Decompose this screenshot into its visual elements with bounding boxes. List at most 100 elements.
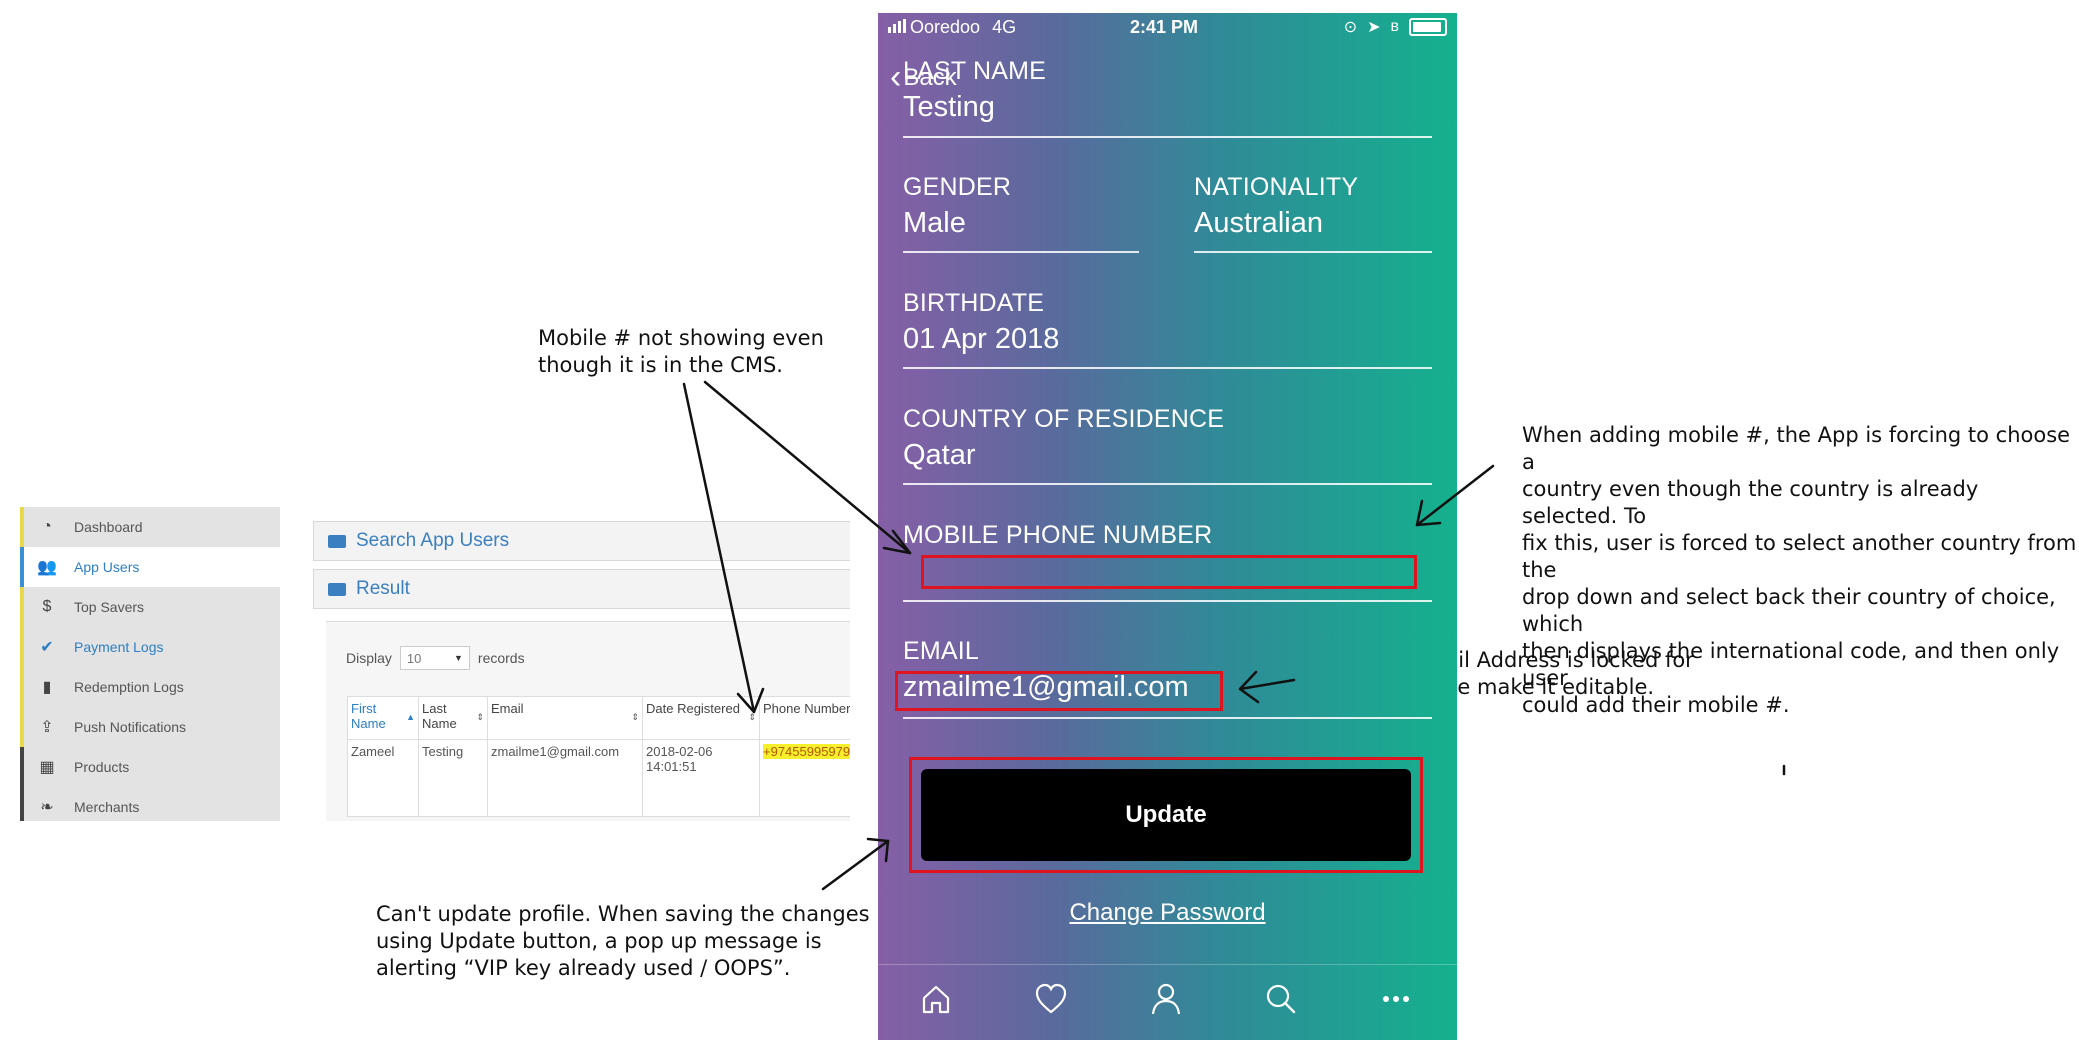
sidebar-item-redemption-logs[interactable]: ▮ Redemption Logs	[20, 667, 280, 707]
sidebar-item-label: Redemption Logs	[74, 679, 184, 695]
column-label: Date Registered	[646, 701, 740, 716]
user-icon[interactable]	[1148, 981, 1184, 1017]
gender-field[interactable]: Male	[903, 207, 966, 240]
cell-first-name: Zameel	[347, 739, 419, 817]
sort-asc-icon: ▲	[406, 712, 415, 722]
divider	[903, 483, 1432, 485]
last-name-label: LAST NAME	[903, 57, 1047, 85]
divider	[1194, 251, 1432, 253]
table-header-row: First Name ▲ Last Name ⇕ Email ⇕ Date Re…	[347, 696, 850, 740]
tab-bar	[878, 964, 1457, 1040]
sidebar-item-label: Payment Logs	[74, 639, 164, 655]
users-table: First Name ▲ Last Name ⇕ Email ⇕ Date Re…	[347, 696, 850, 817]
nationality-label: NATIONALITY	[1194, 173, 1359, 201]
home-icon[interactable]	[918, 981, 954, 1017]
note-line: When adding mobile #, the App is forcing…	[1522, 423, 2071, 474]
note-line: alerting “VIP key already used / OOPS”.	[376, 956, 791, 980]
result-body: Display 10 ▼ records First Name ▲ Last N…	[326, 621, 850, 821]
birthdate-field[interactable]: 01 Apr 2018	[903, 323, 1059, 356]
cell-phone-number: +97455995979	[759, 739, 850, 817]
sidebar-item-label: Products	[74, 759, 130, 775]
note-line: country even though the country is alrea…	[1522, 477, 1979, 528]
time-value: 14:01:51	[646, 759, 697, 774]
carrier-name: Ooredoo	[910, 17, 981, 37]
sidebar-item-label: Push Notifications	[74, 719, 187, 735]
date-value: 2018-02-06	[646, 744, 713, 759]
country-label: COUNTRY OF RESIDENCE	[903, 405, 1225, 433]
sidebar-item-payment-logs[interactable]: ✔ Payment Logs	[20, 627, 280, 667]
cell-last-name: Testing	[418, 739, 488, 817]
note-line: using Update button, a pop up message is	[376, 929, 822, 953]
birthdate-label: BIRTHDATE	[903, 289, 1045, 317]
briefcase-icon	[328, 582, 346, 596]
battery-icon	[1409, 18, 1447, 36]
sidebar-item-dashboard[interactable]: ◔ Dashboard	[20, 507, 280, 547]
sort-icon: ⇕	[748, 712, 756, 722]
sidebar-item-app-users[interactable]: 👥 App Users	[20, 547, 282, 587]
search-icon[interactable]	[1263, 981, 1299, 1017]
sort-icon: ⇕	[476, 712, 484, 722]
column-label: First Name	[351, 701, 386, 731]
heart-icon[interactable]	[1033, 981, 1069, 1017]
change-password-link[interactable]: Change Password	[878, 899, 1457, 927]
signal-icon	[888, 17, 908, 38]
upload-icon: ⇪	[40, 719, 54, 736]
location-icon: ➤	[1367, 19, 1381, 36]
cms-sidebar: ◔ Dashboard 👥 App Users $ Top Savers ✔ P…	[20, 507, 282, 821]
note-line: fix this, user is forced to select anoth…	[1522, 531, 2077, 582]
column-header-email[interactable]: Email ⇕	[487, 696, 643, 740]
sidebar-item-merchants[interactable]: ❧ Merchants	[20, 787, 280, 821]
note-line: Can't update profile. When saving the ch…	[376, 902, 870, 926]
column-header-last-name[interactable]: Last Name ⇕	[418, 696, 488, 740]
sidebar-item-label: Dashboard	[74, 519, 143, 535]
mobile-label: MOBILE PHONE NUMBER	[903, 521, 1213, 549]
status-icons: ⊙ ➤ ʙ	[1344, 17, 1447, 37]
briefcase-icon	[328, 534, 346, 548]
more-icon[interactable]	[1378, 981, 1414, 1017]
records-label: records	[477, 650, 525, 666]
display-records-control: Display 10 ▼ records	[346, 646, 525, 670]
note-cant-update: Can't update profile. When saving the ch…	[376, 901, 870, 982]
update-label: Update	[1125, 801, 1207, 828]
update-button[interactable]: Update	[921, 769, 1411, 861]
column-label: Last Name	[422, 701, 457, 731]
divider	[903, 367, 1432, 369]
records-per-page-select[interactable]: 10 ▼	[399, 646, 470, 670]
note-line: though it is in the CMS.	[538, 353, 783, 377]
divider	[903, 251, 1139, 253]
dashboard-icon: ◔	[42, 518, 52, 535]
bookmark-icon: ▮	[42, 679, 52, 696]
select-value: 10	[406, 650, 422, 666]
sidebar-item-label: App Users	[74, 559, 140, 575]
chevron-left-icon: ‹	[890, 58, 902, 96]
note-line: Mobile # not showing even	[538, 326, 824, 350]
sidebar-item-products[interactable]: ▦ Products	[20, 747, 280, 787]
note-line: drop down and select back their country …	[1522, 585, 2056, 636]
display-label: Display	[346, 650, 392, 666]
leaf-icon: ❧	[40, 799, 54, 816]
result-panel: Result	[313, 569, 850, 609]
phone-profile-screen: Ooredoo 4G 2:41 PM ⊙ ➤ ʙ ‹ Back LAST NAM…	[878, 13, 1457, 1040]
mobile-phone-field[interactable]	[921, 555, 1417, 589]
email-field[interactable]: zmailme1@gmail.com	[903, 671, 1189, 704]
last-name-field[interactable]: Testing	[903, 91, 995, 124]
search-app-users-panel[interactable]: Search App Users	[313, 521, 850, 561]
sort-icon: ⇕	[631, 712, 639, 722]
cell-date-registered: 2018-02-06 14:01:51	[642, 739, 760, 817]
status-bar: Ooredoo 4G 2:41 PM ⊙ ➤ ʙ	[878, 13, 1457, 41]
divider	[903, 600, 1432, 602]
divider	[903, 717, 1432, 719]
column-header-date-registered[interactable]: Date Registered ⇕	[642, 696, 760, 740]
column-label: Phone Number	[763, 701, 850, 716]
sidebar-item-top-savers[interactable]: $ Top Savers	[20, 587, 280, 627]
sidebar-item-push-notifications[interactable]: ⇪ Push Notifications	[20, 707, 280, 747]
table-row[interactable]: Zameel Testing zmailme1@gmail.com 2018-0…	[347, 739, 850, 817]
country-field[interactable]: Qatar	[903, 439, 976, 472]
nationality-field[interactable]: Australian	[1194, 207, 1323, 240]
change-password-label: Change Password	[1069, 899, 1266, 926]
note-mobile-not-showing: Mobile # not showing even though it is i…	[538, 325, 824, 379]
gender-label: GENDER	[903, 173, 1012, 201]
column-header-first-name[interactable]: First Name ▲	[347, 696, 419, 740]
divider	[903, 136, 1432, 138]
column-header-phone-number[interactable]: Phone Number ⇕	[759, 696, 850, 740]
